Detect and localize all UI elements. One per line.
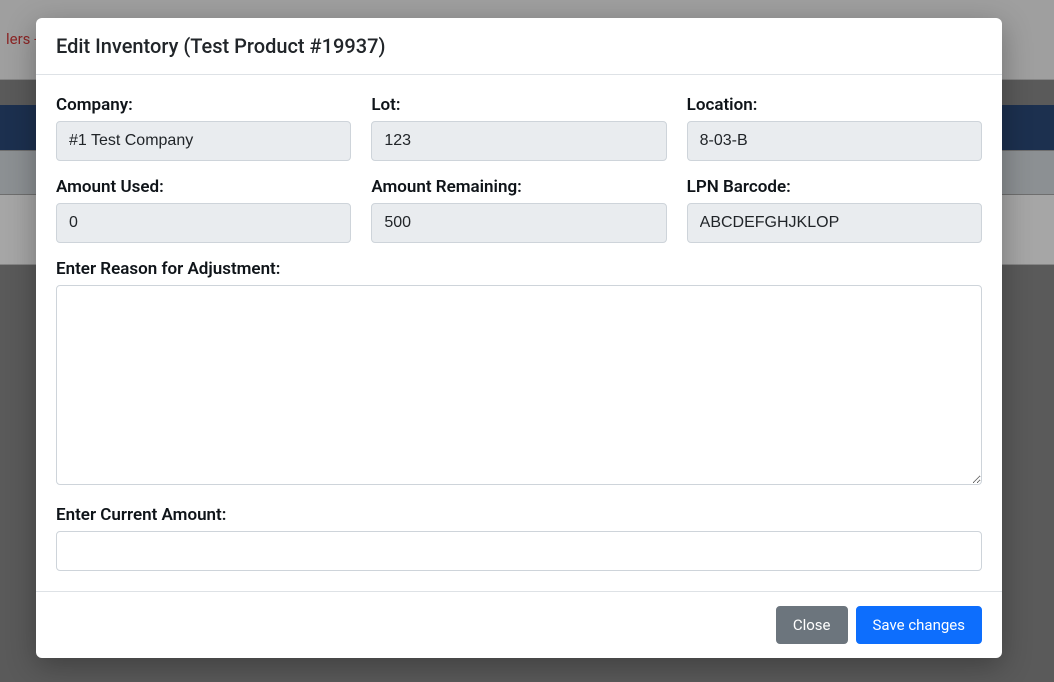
lot-input[interactable] — [371, 121, 666, 161]
modal-body: Company: Lot: Location: Amount Used: Amo… — [36, 75, 1002, 591]
amount-remaining-input[interactable] — [371, 203, 666, 243]
location-group: Location: — [687, 95, 982, 161]
amount-remaining-group: Amount Remaining: — [371, 177, 666, 243]
lpn-barcode-label: LPN Barcode: — [687, 177, 982, 197]
company-group: Company: — [56, 95, 351, 161]
reason-textarea[interactable] — [56, 285, 982, 485]
edit-inventory-modal: Edit Inventory (Test Product #19937) Com… — [36, 18, 1002, 658]
save-changes-button[interactable]: Save changes — [856, 606, 982, 644]
modal-title: Edit Inventory (Test Product #19937) — [56, 34, 982, 58]
close-button[interactable]: Close — [776, 606, 848, 644]
lot-label: Lot: — [371, 95, 666, 115]
lot-group: Lot: — [371, 95, 666, 161]
company-input[interactable] — [56, 121, 351, 161]
lpn-barcode-group: LPN Barcode: — [687, 177, 982, 243]
reason-group: Enter Reason for Adjustment: — [56, 259, 982, 489]
modal-header: Edit Inventory (Test Product #19937) — [36, 18, 1002, 75]
amount-remaining-label: Amount Remaining: — [371, 177, 666, 197]
amount-used-label: Amount Used: — [56, 177, 351, 197]
location-input[interactable] — [687, 121, 982, 161]
amount-used-group: Amount Used: — [56, 177, 351, 243]
location-label: Location: — [687, 95, 982, 115]
current-amount-label: Enter Current Amount: — [56, 505, 982, 525]
current-amount-group: Enter Current Amount: — [56, 505, 982, 571]
current-amount-input[interactable] — [56, 531, 982, 571]
lpn-barcode-input[interactable] — [687, 203, 982, 243]
company-label: Company: — [56, 95, 351, 115]
amount-used-input[interactable] — [56, 203, 351, 243]
reason-label: Enter Reason for Adjustment: — [56, 259, 982, 279]
modal-footer: Close Save changes — [36, 591, 1002, 658]
